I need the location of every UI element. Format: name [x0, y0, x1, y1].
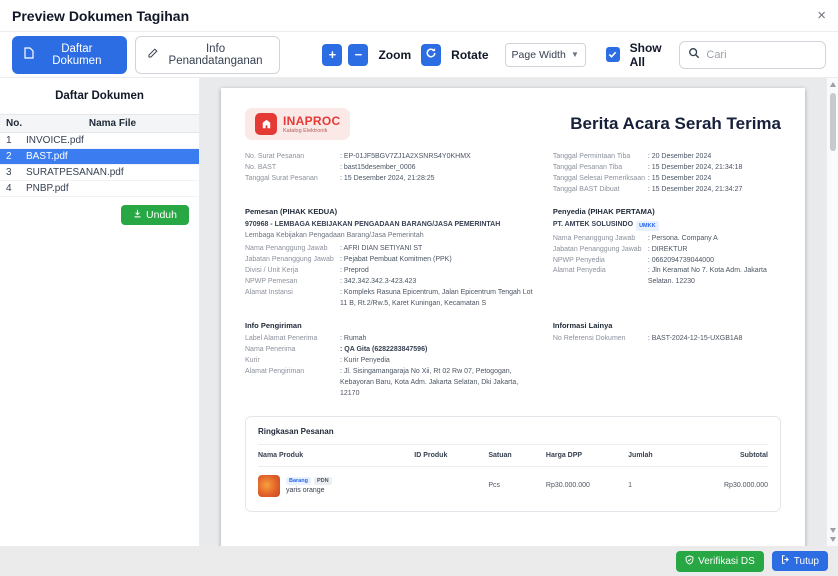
- pemesan-org-subtitle: Lembaga Kebijakan Pengadaan Barang/Jasa …: [245, 231, 535, 242]
- unduh-button[interactable]: Unduh: [121, 205, 189, 225]
- search-input[interactable]: [706, 49, 817, 61]
- pdn-badge: PDN: [314, 477, 332, 485]
- search-icon: [688, 46, 700, 64]
- info-penandatanganan-label: Info Penandatanganan: [163, 43, 269, 67]
- verifikasi-ds-button[interactable]: Verifikasi DS: [676, 551, 764, 572]
- product-jumlah: 1: [628, 482, 686, 489]
- unduh-label: Unduh: [146, 209, 177, 221]
- close-icon[interactable]: ×: [817, 8, 826, 23]
- inaproc-logo-subtitle: Katalog Elektronik: [283, 128, 340, 134]
- product-subtotal: Rp30.000.000: [686, 482, 768, 489]
- search-box: [679, 41, 826, 69]
- penyedia-company: PT. AMTEK SOLUSINDO: [553, 220, 633, 231]
- tutup-label: Tutup: [794, 556, 819, 567]
- viewer-controls: + − Zoom Rotate Page Width ▼ Show All: [322, 41, 679, 69]
- file-table-header: No. Nama File: [0, 114, 199, 133]
- daftar-dokumen-label: Daftar Dokumen: [39, 43, 115, 67]
- scroll-up-icon[interactable]: [830, 82, 836, 87]
- umkk-badge: UMKK: [636, 221, 659, 231]
- tutup-button[interactable]: Tutup: [772, 551, 828, 571]
- page-scale-select[interactable]: Page Width ▼: [505, 43, 586, 67]
- inaproc-logo: INAPROC Katalog Elektronik: [245, 108, 350, 140]
- pengiriman-heading: Info Pengiriman: [245, 321, 535, 330]
- pengiriman-section: Info Pengiriman Label Alamat Penerima: R…: [245, 321, 535, 399]
- order-info-right: Tanggal Permintaan Tiba: 20 Desember 202…: [553, 152, 781, 195]
- show-all-label: Show All: [630, 41, 676, 69]
- download-icon: [133, 209, 142, 221]
- modal-body: Daftar Dokumen No. Nama File 1 INVOICE.p…: [0, 78, 838, 546]
- product-name: yaris orange: [286, 487, 332, 494]
- sidebar-title: Daftar Dokumen: [0, 90, 199, 102]
- pemesan-heading: Pemesan (PIHAK KEDUA): [245, 207, 535, 216]
- informasi-lainya-section: Informasi Lainya No Referensi Dokumen: B…: [553, 321, 781, 399]
- modal-header: Preview Dokumen Tagihan ×: [0, 0, 838, 32]
- file-row-pnbp[interactable]: 4 PNBP.pdf: [0, 181, 199, 197]
- product-image: [258, 475, 280, 497]
- verifikasi-ds-label: Verifikasi DS: [698, 556, 755, 567]
- document-list-panel: Daftar Dokumen No. Nama File 1 INVOICE.p…: [0, 78, 200, 546]
- zoom-in-button[interactable]: +: [322, 44, 342, 66]
- file-icon: [24, 47, 34, 62]
- pemesan-org: 970968 - LEMBAGA KEBIJAKAN PENGADAAN BAR…: [245, 220, 535, 231]
- chevron-down-icon: ▼: [571, 50, 579, 59]
- file-row-invoice[interactable]: 1 INVOICE.pdf: [0, 133, 199, 149]
- col-no: No.: [0, 115, 26, 132]
- scrollbar-thumb[interactable]: [830, 93, 836, 151]
- product-table-header: Nama Produk ID Produk Satuan Harga DPP J…: [258, 445, 768, 467]
- toolbar: Daftar Dokumen Info Penandatanganan + − …: [0, 32, 838, 78]
- col-nama-file: Nama File: [26, 115, 199, 132]
- scroll-down-icon-2[interactable]: [830, 537, 836, 542]
- file-row-suratpesanan[interactable]: 3 SURATPESANAN.pdf: [0, 165, 199, 181]
- file-row-bast[interactable]: 2 BAST.pdf: [0, 149, 199, 165]
- page-title: Preview Dokumen Tagihan: [12, 8, 189, 24]
- pemesan-section: Pemesan (PIHAK KEDUA) 970968 - LEMBAGA K…: [245, 207, 535, 309]
- scroll-down-icon[interactable]: [830, 528, 836, 533]
- rotate-icon: [425, 47, 437, 62]
- exit-icon: [781, 555, 790, 567]
- show-all-checkbox[interactable]: [606, 47, 620, 62]
- pdf-viewer[interactable]: INAPROC Katalog Elektronik Berita Acara …: [200, 78, 826, 546]
- order-info-left: No. Surat Pesanan: EP-01JF5BGV7ZJ1A2XSNR…: [245, 152, 535, 195]
- daftar-dokumen-button[interactable]: Daftar Dokumen: [12, 36, 127, 74]
- ringkasan-pesanan-box: Ringkasan Pesanan Nama Produk ID Produk …: [245, 416, 781, 512]
- file-table: No. Nama File 1 INVOICE.pdf 2 BAST.pdf 3…: [0, 114, 199, 197]
- document-title: Berita Acara Serah Terima: [570, 114, 781, 134]
- product-table-row: Barang PDN yaris orange Pcs Rp30.000.000…: [258, 467, 768, 505]
- vertical-scrollbar[interactable]: [826, 78, 838, 546]
- pdf-page: INAPROC Katalog Elektronik Berita Acara …: [221, 88, 805, 546]
- zoom-out-button[interactable]: −: [348, 44, 368, 66]
- product-satuan: Pcs: [488, 482, 546, 489]
- product-harga-dpp: Rp30.000.000: [546, 482, 628, 489]
- shield-check-icon: [685, 555, 694, 568]
- zoom-label: Zoom: [378, 48, 411, 62]
- inaproc-logo-name: INAPROC: [283, 114, 340, 128]
- modal-footer: Verifikasi DS Tutup: [0, 546, 838, 576]
- check-icon: [608, 50, 617, 59]
- penyedia-heading: Penyedia (PIHAK PERTAMA): [553, 207, 781, 216]
- informasi-lainya-heading: Informasi Lainya: [553, 321, 781, 330]
- info-penandatanganan-button[interactable]: Info Penandatanganan: [135, 36, 281, 74]
- ringkasan-heading: Ringkasan Pesanan: [258, 427, 768, 445]
- barang-badge: Barang: [286, 477, 311, 485]
- rotate-label: Rotate: [451, 48, 488, 62]
- inaproc-logo-icon: [255, 113, 277, 135]
- rotate-button[interactable]: [421, 44, 441, 66]
- page-scale-value: Page Width: [512, 49, 566, 61]
- pencil-icon: [147, 48, 158, 62]
- preview-dokumen-modal: Preview Dokumen Tagihan × Daftar Dokumen…: [0, 0, 838, 576]
- penyedia-section: Penyedia (PIHAK PERTAMA) PT. AMTEK SOLUS…: [553, 207, 781, 309]
